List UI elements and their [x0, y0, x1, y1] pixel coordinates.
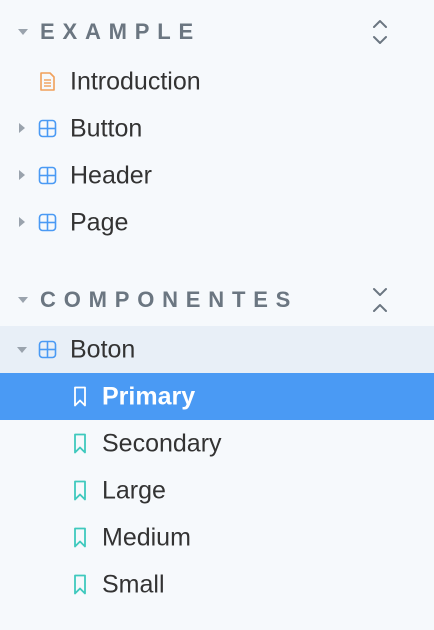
caret-right-icon	[19, 217, 25, 227]
section-title: EXAMPLE	[40, 19, 201, 44]
component-icon	[38, 213, 57, 232]
story-item-primary[interactable]: Primary	[0, 373, 434, 420]
caret-down-icon	[18, 29, 28, 35]
story-item-small[interactable]: Small	[0, 561, 434, 608]
bookmark-icon	[74, 480, 86, 501]
bookmark-icon	[74, 433, 86, 454]
story-item-large[interactable]: Large	[0, 467, 434, 514]
story-item-label: Medium	[102, 523, 191, 551]
sidebar-item-introduction[interactable]: Introduction	[0, 58, 434, 105]
story-item-label: Primary	[102, 382, 196, 410]
bookmark-icon	[74, 386, 86, 407]
sidebar-item-label: Button	[70, 114, 143, 142]
component-icon	[38, 340, 57, 359]
story-item-medium[interactable]: Medium	[0, 514, 434, 561]
sidebar-item-label: Boton	[70, 335, 136, 363]
caret-right-icon	[19, 170, 25, 180]
component-icon	[38, 119, 57, 138]
section-title: COMPONENTES	[40, 287, 299, 312]
storybook-sidebar: EXAMPLE Introduction Button Header Page …	[0, 0, 434, 630]
story-item-secondary[interactable]: Secondary	[0, 420, 434, 467]
expand-all-icon[interactable]	[370, 18, 390, 46]
bookmark-icon	[74, 527, 86, 548]
caret-down-icon	[18, 297, 28, 303]
component-icon	[38, 166, 57, 185]
sidebar-group-boton[interactable]: Boton	[0, 326, 434, 373]
sidebar-item-page[interactable]: Page	[0, 199, 434, 246]
collapse-all-icon[interactable]	[370, 286, 390, 314]
story-item-label: Small	[102, 570, 165, 598]
section-header-componentes[interactable]: COMPONENTES	[0, 278, 434, 322]
caret-right-icon	[19, 123, 25, 133]
sidebar-item-label: Header	[70, 161, 152, 189]
section-header-example[interactable]: EXAMPLE	[0, 10, 434, 54]
sidebar-item-label: Introduction	[70, 67, 201, 95]
story-item-label: Secondary	[102, 429, 222, 457]
bookmark-icon	[74, 574, 86, 595]
sidebar-item-button[interactable]: Button	[0, 105, 434, 152]
sidebar-item-label: Page	[70, 208, 129, 236]
sidebar-item-header[interactable]: Header	[0, 152, 434, 199]
document-icon	[40, 72, 55, 91]
story-item-label: Large	[102, 476, 166, 504]
caret-down-icon	[17, 347, 27, 353]
